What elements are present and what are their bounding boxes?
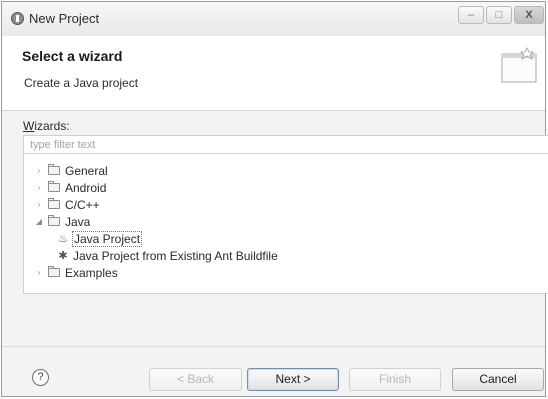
button-bar-separator — [2, 346, 545, 347]
expanded-arrow-icon[interactable]: ◢ — [34, 217, 44, 226]
tree-node-label: Java Project — [71, 230, 143, 247]
folder-icon — [48, 198, 60, 209]
eclipse-app-icon — [11, 12, 24, 25]
filter-input[interactable] — [23, 135, 548, 154]
java-project-icon: ♨ — [58, 233, 68, 245]
new-wizard-banner-icon — [501, 47, 537, 83]
wizards-label: Wizards: — [23, 119, 70, 133]
close-button[interactable]: X — [514, 6, 544, 24]
tree-node-label: Examples — [65, 265, 118, 280]
tree-node-android[interactable]: › Android — [34, 179, 107, 196]
collapsed-arrow-icon[interactable]: › — [34, 183, 44, 192]
collapsed-arrow-icon[interactable]: › — [34, 200, 44, 209]
minimize-button[interactable]: – — [458, 6, 484, 24]
maximize-button[interactable]: □ — [486, 6, 512, 24]
tree-node-label: General — [65, 163, 108, 178]
folder-icon — [48, 181, 60, 192]
tree-node-java-project-from-ant[interactable]: ✱ Java Project from Existing Ant Buildfi… — [57, 247, 278, 264]
collapsed-arrow-icon[interactable]: › — [34, 166, 44, 175]
tree-node-label: Android — [65, 180, 107, 195]
wizard-header: Select a wizard Create a Java project — [2, 36, 545, 111]
wizard-tree[interactable]: › General › Android › C/C++ ◢ Java ♨ Jav… — [23, 153, 548, 294]
window-title: New Project — [29, 11, 100, 26]
wizard-header-description: Create a Java project — [24, 76, 139, 90]
tree-node-java[interactable]: ◢ Java — [34, 213, 90, 230]
tree-node-java-project[interactable]: ♨ Java Project — [57, 230, 143, 247]
finish-button[interactable]: Finish — [349, 368, 441, 391]
title-bar[interactable]: New Project – □ X — [2, 2, 545, 37]
folder-icon — [48, 164, 60, 175]
tree-node-label: Java — [65, 214, 91, 229]
folder-icon — [48, 266, 60, 277]
tree-node-cpp[interactable]: › C/C++ — [34, 196, 100, 213]
help-icon[interactable]: ? — [32, 369, 49, 386]
back-button[interactable]: < Back — [149, 368, 242, 391]
tree-node-general[interactable]: › General — [34, 162, 108, 179]
folder-icon — [48, 215, 60, 226]
ant-icon: ✱ — [58, 250, 68, 262]
collapsed-arrow-icon[interactable]: › — [34, 268, 44, 277]
new-project-dialog: New Project – □ X Select a wizard Create… — [1, 1, 548, 397]
cancel-button[interactable]: Cancel — [452, 368, 544, 391]
next-button[interactable]: Next > — [247, 368, 339, 391]
wizard-header-title: Select a wizard — [22, 48, 123, 64]
tree-node-examples[interactable]: › Examples — [34, 264, 118, 281]
tree-node-label: Java Project from Existing Ant Buildfile — [73, 248, 278, 263]
tree-node-label: C/C++ — [65, 197, 100, 212]
